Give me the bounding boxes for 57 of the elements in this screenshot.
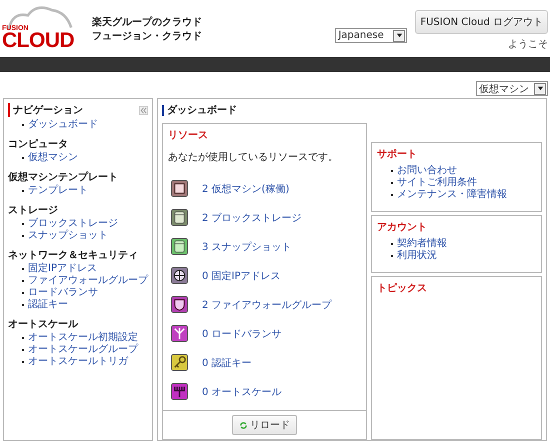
- resource-link[interactable]: 2 ブロックストレージ: [202, 210, 302, 224]
- card-title: サポート: [377, 148, 418, 161]
- nav-link[interactable]: テンプレート: [28, 185, 88, 197]
- resource-link[interactable]: 0 オートスケール: [202, 384, 282, 398]
- nav-link[interactable]: オートスケールグループ: [28, 344, 138, 356]
- language-select[interactable]: Japanese: [335, 28, 408, 43]
- support-link[interactable]: メンテナンス・障害情報: [397, 189, 507, 201]
- account-link[interactable]: 契約者情報: [397, 238, 447, 250]
- autoscale-resource-icon: [171, 383, 188, 400]
- support-link[interactable]: サイトご利用条件: [397, 177, 477, 189]
- account-link[interactable]: 利用状況: [397, 250, 437, 262]
- nav-link[interactable]: オートスケール初期設定: [28, 332, 138, 344]
- vm-resource-icon: [171, 180, 188, 197]
- nav-link[interactable]: 認証キー: [28, 299, 68, 311]
- panel-title: ナビゲーション: [8, 103, 83, 117]
- resource-link[interactable]: 3 スナップショット: [202, 240, 292, 254]
- section-heading: オートスケール: [8, 318, 80, 331]
- nav-link[interactable]: ロードバランサ: [28, 287, 98, 299]
- refresh-icon: [239, 420, 248, 430]
- firewall-resource-icon: [171, 296, 188, 313]
- logo-text: CLOUD: [2, 32, 76, 51]
- lb-resource-icon: [171, 325, 188, 342]
- block-resource-icon: [171, 209, 188, 226]
- nav-link[interactable]: 固定IPアドレス: [28, 263, 97, 275]
- site-title: 楽天グループのクラウド: [92, 15, 202, 29]
- key-resource-icon: [171, 354, 188, 371]
- card-title: トピックス: [377, 282, 428, 295]
- nav-link[interactable]: ファイアウォールグループ: [28, 275, 148, 287]
- section-heading: 仮想マシンテンプレート: [8, 170, 119, 184]
- resource-link[interactable]: 2 ファイアウォールグループ: [202, 298, 332, 312]
- section-heading: コンピュータ: [8, 138, 69, 151]
- collapse-icon[interactable]: [139, 106, 148, 114]
- snapshot-resource-icon: [171, 238, 188, 255]
- resource-link[interactable]: 2 仮想マシン(稼働): [202, 182, 290, 196]
- card-title: アカウント: [377, 221, 428, 234]
- resource-link[interactable]: 0 固定IPアドレス: [202, 268, 281, 282]
- nav-link[interactable]: オートスケールトリガ: [28, 356, 128, 368]
- resource-link[interactable]: 0 認証キー: [202, 356, 252, 370]
- panel-title: ダッシュボード: [162, 105, 237, 116]
- dropdown-icon: [534, 82, 546, 94]
- section-heading: ストレージ: [8, 204, 59, 217]
- nav-link[interactable]: ダッシュボード: [28, 119, 98, 131]
- welcome-text: ようこそ: [508, 38, 548, 51]
- nav-link[interactable]: スナップショット: [28, 230, 108, 242]
- section-heading: ネットワーク＆セキュリティ: [8, 249, 139, 262]
- view-select[interactable]: 仮想マシン: [476, 81, 548, 96]
- site-subtitle: フュージョン・クラウド: [92, 30, 202, 43]
- resource-link[interactable]: 0 ロードバランサ: [202, 326, 282, 340]
- nav-link[interactable]: ブロックストレージ: [28, 218, 118, 230]
- ip-resource-icon: [171, 267, 188, 284]
- reload-button[interactable]: リロード: [232, 415, 297, 435]
- logout-button[interactable]: FUSION Cloud ログアウト: [415, 10, 548, 34]
- nav-link[interactable]: 仮想マシン: [28, 152, 78, 164]
- intro-text: あなたが使用しているリソースです。: [168, 151, 339, 164]
- card-title: リソース: [168, 129, 209, 142]
- dropdown-icon: [393, 30, 406, 42]
- support-link[interactable]: お問い合わせ: [397, 165, 457, 177]
